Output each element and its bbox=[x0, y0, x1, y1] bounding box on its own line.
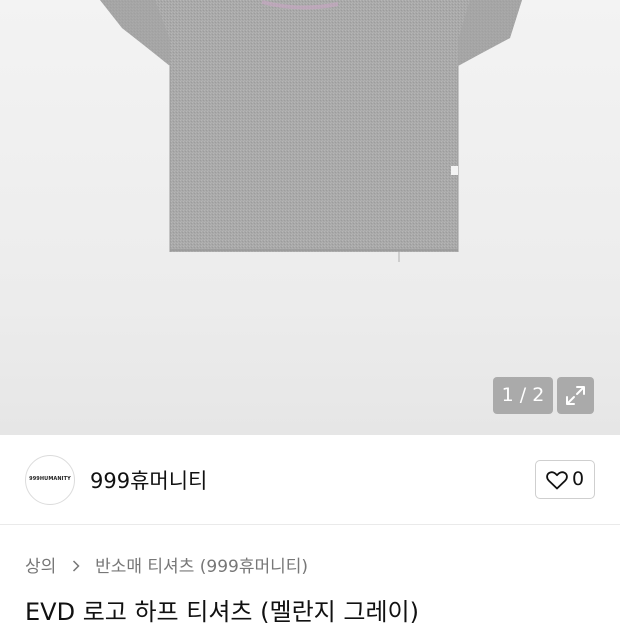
brand-logo[interactable]: 999HUMANITY bbox=[25, 455, 75, 505]
brand-name[interactable]: 999휴머니티 bbox=[90, 465, 207, 495]
brand-logo-text: 999HUMANITY bbox=[29, 476, 71, 482]
like-button[interactable]: 0 bbox=[535, 460, 595, 499]
heart-icon bbox=[546, 471, 568, 490]
breadcrumb-item-category[interactable]: 상의 bbox=[25, 557, 56, 577]
like-count: 0 bbox=[572, 468, 585, 490]
product-title: EVD 로고 하프 티셔츠 (멜란지 그레이) bbox=[25, 598, 419, 626]
chevron-right-icon bbox=[72, 557, 80, 577]
brand-row: 999HUMANITY 999휴머니티 0 bbox=[0, 436, 620, 525]
product-photo-gray-tshirt bbox=[100, 0, 522, 262]
breadcrumb: 상의 반소매 티셔츠 (999휴머니티) bbox=[25, 552, 308, 577]
product-image-gallery[interactable]: 1 / 2 bbox=[0, 0, 620, 435]
breadcrumb-item-subcategory[interactable]: 반소매 티셔츠 (999휴머니티) bbox=[95, 557, 308, 577]
image-counter: 1 / 2 bbox=[493, 377, 553, 414]
expand-button[interactable] bbox=[557, 377, 594, 414]
expand-icon bbox=[566, 386, 585, 405]
